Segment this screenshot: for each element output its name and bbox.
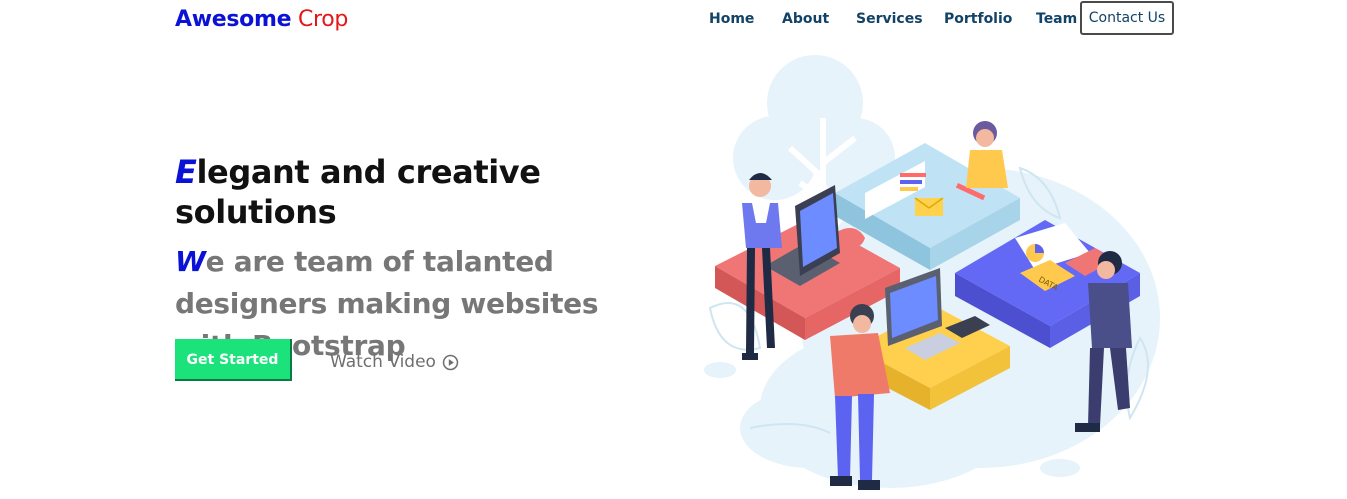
contact-us-button[interactable]: Contact Us bbox=[1080, 1, 1174, 35]
nav-about[interactable]: About bbox=[782, 10, 829, 28]
hero-title-initial: E bbox=[175, 153, 197, 191]
hero-subtitle-initial: W bbox=[175, 245, 206, 278]
watch-video-label: Watch Video bbox=[330, 352, 436, 372]
nav-team[interactable]: Team bbox=[1036, 10, 1077, 28]
hero-title-text: legant and creative solutions bbox=[175, 153, 541, 231]
get-started-button[interactable]: Get Started bbox=[175, 339, 292, 381]
watch-video-link[interactable]: Watch Video bbox=[330, 352, 459, 372]
hero-title: Elegant and creative solutions bbox=[175, 152, 595, 232]
brand-logo[interactable]: Awesome Crop bbox=[175, 7, 348, 33]
brand-part1: Awesome bbox=[175, 7, 292, 32]
play-circle-icon bbox=[442, 354, 459, 370]
navbar: Awesome Crop Home About Services Portfol… bbox=[0, 0, 1347, 42]
teamwork-puzzle-illustration: DATA bbox=[704, 55, 1160, 490]
nav-home[interactable]: Home bbox=[709, 10, 754, 28]
brand-part2: Crop bbox=[297, 7, 349, 32]
nav-services[interactable]: Services bbox=[856, 10, 923, 28]
nav-portfolio[interactable]: Portfolio bbox=[944, 10, 1012, 28]
person-top-figure bbox=[966, 121, 1008, 188]
